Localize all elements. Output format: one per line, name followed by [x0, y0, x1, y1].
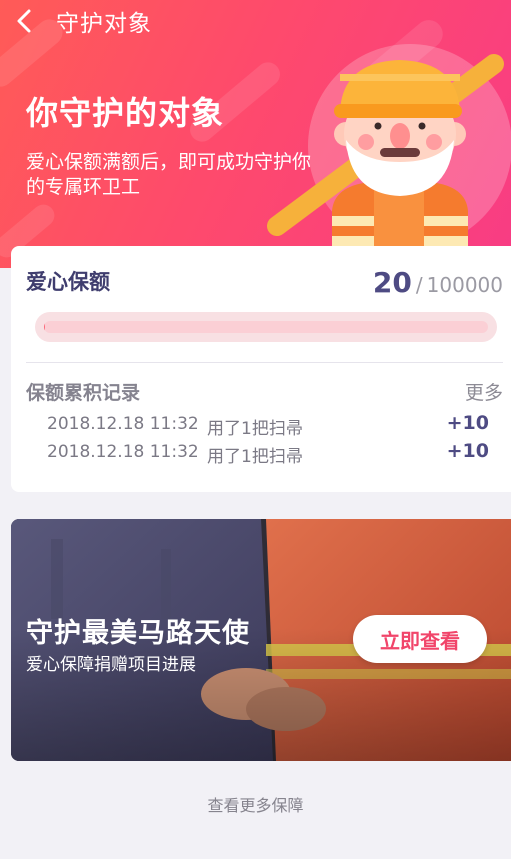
hero-title: 你守护的对象 — [26, 94, 225, 132]
coverage-amount: 20/100000 — [373, 266, 503, 299]
record-date: 2018.12.18 11:32 — [47, 442, 199, 462]
view-more-coverage-link[interactable]: 查看更多保障 — [0, 792, 511, 816]
record-description: 用了1把扫帚 — [207, 447, 303, 467]
hero-banner: 守护对象 你守护的对象 爱心保额满额后，即可成功守护你的专属环卫工 — [0, 0, 511, 268]
coverage-title: 爱心保额 — [26, 270, 110, 294]
coverage-current: 20 — [372, 266, 412, 299]
banner-title: 守护最美马路天使 — [26, 618, 250, 649]
coverage-separator: / — [415, 273, 423, 297]
view-now-button[interactable]: 立即查看 — [353, 615, 487, 663]
record-description: 用了1把扫帚 — [207, 419, 303, 439]
record-date: 2018.12.18 11:32 — [47, 414, 199, 434]
divider — [26, 362, 503, 363]
record-row: 2018.12.18 11:32 用了1把扫帚 +10 — [47, 440, 489, 467]
page-title: 守护对象 — [56, 11, 152, 37]
coverage-target: 100000 — [426, 273, 503, 297]
record-row: 2018.12.18 11:32 用了1把扫帚 +10 — [47, 412, 489, 439]
record-points: +10 — [446, 440, 489, 462]
street-sweeper-illustration — [267, 44, 511, 268]
coverage-progress-bar — [35, 312, 497, 342]
coverage-card: 爱心保额 20/100000 保额累积记录 更多 2018.12.18 11:3… — [11, 246, 511, 492]
progress-inner-track — [44, 321, 488, 333]
record-points: +10 — [446, 412, 489, 434]
records-title: 保额累积记录 — [26, 382, 141, 404]
promo-banner[interactable]: 守护最美马路天使 爱心保障捐赠项目进展 立即查看 — [11, 519, 511, 761]
more-link[interactable]: 更多 — [465, 378, 503, 405]
banner-subtitle: 爱心保障捐赠项目进展 — [26, 655, 196, 675]
chevron-left-icon[interactable] — [10, 6, 40, 36]
